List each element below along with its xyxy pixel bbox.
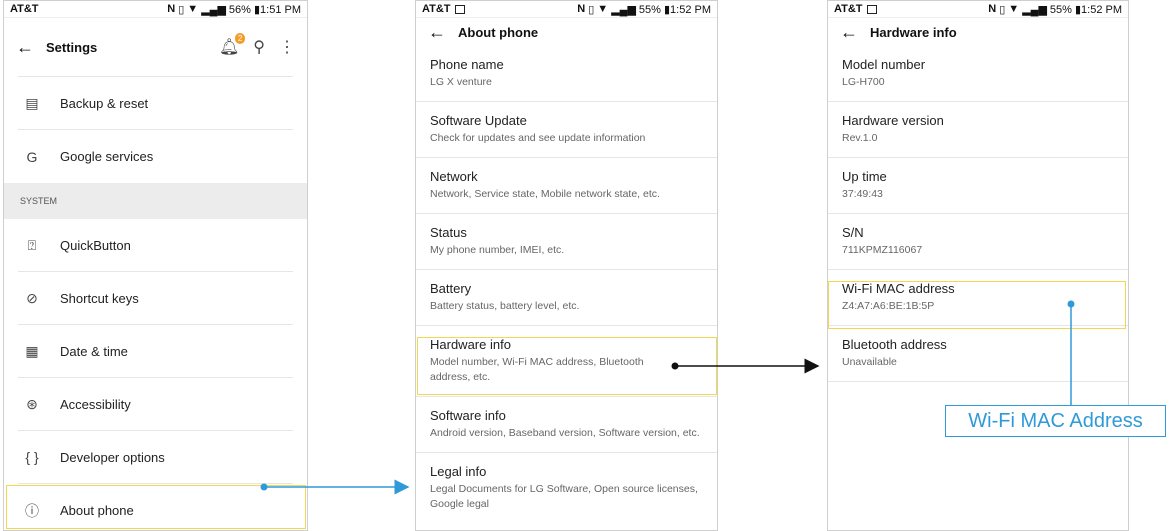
status-bar: AT&T N ▯ ▼ ▂▄▆ 55% ▮1:52 PM [416, 1, 717, 18]
about-phone-list: Phone name LG X venture Software Update Ch… [416, 46, 717, 523]
status-bar: AT&T N ▯ ▼ ▂▄▆ 56% ▮1:51 PM [4, 1, 307, 18]
list-item[interactable]: Network Network, Service state, Mobile ne… [416, 158, 717, 214]
list-item[interactable]: Legal info Legal Documents for LG Softwar… [416, 453, 717, 523]
status-text: 55% ▮1:52 PM [638, 3, 711, 16]
settings-item-developer-options[interactable]: { } Developer options [18, 431, 293, 484]
carrier-label: AT&T [422, 3, 451, 15]
back-arrow-icon[interactable]: ← [840, 23, 858, 41]
settings-item-shortcut-keys[interactable]: ⊘ Shortcut keys [18, 272, 293, 325]
nfc-icon: N [577, 3, 586, 15]
list-item[interactable]: Phone name LG X venture [416, 46, 717, 102]
about-phone-highlight [6, 485, 306, 529]
braces-icon: { } [25, 449, 39, 465]
settings-item-label: Google services [60, 149, 154, 164]
page-title: Hardware info [870, 24, 957, 40]
back-arrow-icon[interactable]: ← [16, 38, 34, 56]
section-header-system: SYSTEM [4, 183, 307, 219]
shortcut-icon: ⊘ [26, 289, 38, 306]
app-bar: ← Settings 🔔︎ 2 ⚲ ⋮ [4, 18, 307, 76]
settings-item-label: Backup & reset [60, 95, 149, 111]
wifi-icon: ▼ [1008, 3, 1020, 15]
search-icon[interactable]: ⚲ [253, 37, 265, 57]
google-g-icon: G [26, 148, 38, 165]
settings-item-accessibility[interactable]: ⊛ Accessibility [18, 378, 293, 431]
settings-item-backup-reset[interactable]: ▤ Backup & reset [18, 77, 293, 130]
page-title: About phone [458, 24, 539, 40]
notification-badge: 2 [234, 33, 246, 44]
about-phone-screen: AT&T N ▯ ▼ ▂▄▆ 55% ▮1:52 PM ← About phon… [415, 0, 718, 531]
backup-icon: ▤ [25, 94, 39, 111]
signal-icon: ▂▄▆ [611, 3, 636, 16]
status-text: 55% ▮1:52 PM [1049, 3, 1122, 16]
wifi-icon: ▼ [597, 3, 609, 15]
settings-item-quickbutton[interactable]: ⍰ QuickButton [18, 219, 293, 272]
signal-icon: ▂▄▆ [1022, 3, 1047, 16]
settings-item-label: Date & time [60, 343, 128, 359]
vibrate-icon: ▯ [588, 3, 595, 16]
more-options-icon[interactable]: ⋮ [279, 37, 295, 57]
app-bar: ← About phone [416, 18, 717, 46]
calendar-icon: ▦ [25, 342, 39, 359]
list-item: Hardware version Rev.1.0 [828, 102, 1128, 158]
nfc-icon: N [988, 3, 997, 15]
list-item[interactable]: Software info Android version, Baseband v… [416, 397, 717, 453]
status-bar: AT&T N ▯ ▼ ▂▄▆ 55% ▮1:52 PM [828, 1, 1128, 18]
status-text: 56% ▮1:51 PM [228, 3, 301, 16]
list-item[interactable]: Status My phone number, IMEI, etc. [416, 214, 717, 270]
settings-item-google-services[interactable]: G Google services [18, 130, 293, 183]
list-item: Model number LG-H700 [828, 46, 1128, 102]
vibrate-icon: ▯ [178, 3, 185, 16]
accessibility-icon: ⊛ [26, 395, 38, 412]
settings-item-label: Accessibility [60, 396, 131, 412]
wifi-icon: ▼ [187, 3, 199, 15]
nfc-icon: N [167, 3, 176, 15]
list-item[interactable]: Battery Battery status, battery level, et… [416, 270, 717, 326]
settings-item-label: Shortcut keys [60, 290, 139, 306]
settings-screen: AT&T N ▯ ▼ ▂▄▆ 56% ▮1:51 PM ← Settings 🔔… [3, 0, 308, 531]
list-item: Up time 37:49:43 [828, 158, 1128, 214]
signal-icon: ▂▄▆ [201, 3, 226, 16]
page-title: Settings [46, 39, 98, 55]
notification-bell-icon[interactable]: 🔔︎ 2 [219, 33, 246, 57]
settings-item-date-time[interactable]: ▦ Date & time [18, 325, 293, 378]
vibrate-icon: ▯ [999, 3, 1006, 16]
wifi-mac-callout: Wi-Fi MAC Address [945, 405, 1166, 437]
list-item: Bluetooth address Unavailable [828, 326, 1128, 382]
wifi-mac-highlight [828, 281, 1126, 329]
carrier-label: AT&T [10, 3, 39, 15]
settings-item-label: QuickButton [60, 237, 131, 253]
list-item[interactable]: Software Update Check for updates and see… [416, 102, 717, 158]
back-arrow-icon[interactable]: ← [428, 23, 446, 41]
hardware-info-screen: AT&T N ▯ ▼ ▂▄▆ 55% ▮1:52 PM ← Hardware i… [827, 0, 1129, 531]
quickbutton-icon: ⍰ [27, 236, 37, 253]
settings-item-label: Developer options [60, 449, 165, 465]
screenshot-icon [454, 4, 465, 14]
app-bar: ← Hardware info [828, 18, 1128, 46]
screenshot-icon [866, 4, 877, 14]
hardware-info-highlight [417, 337, 717, 395]
hardware-info-list: Model number LG-H700 Hardware version Rev.… [828, 46, 1128, 382]
carrier-label: AT&T [834, 3, 863, 15]
list-item: S/N 711KPMZ116067 [828, 214, 1128, 270]
